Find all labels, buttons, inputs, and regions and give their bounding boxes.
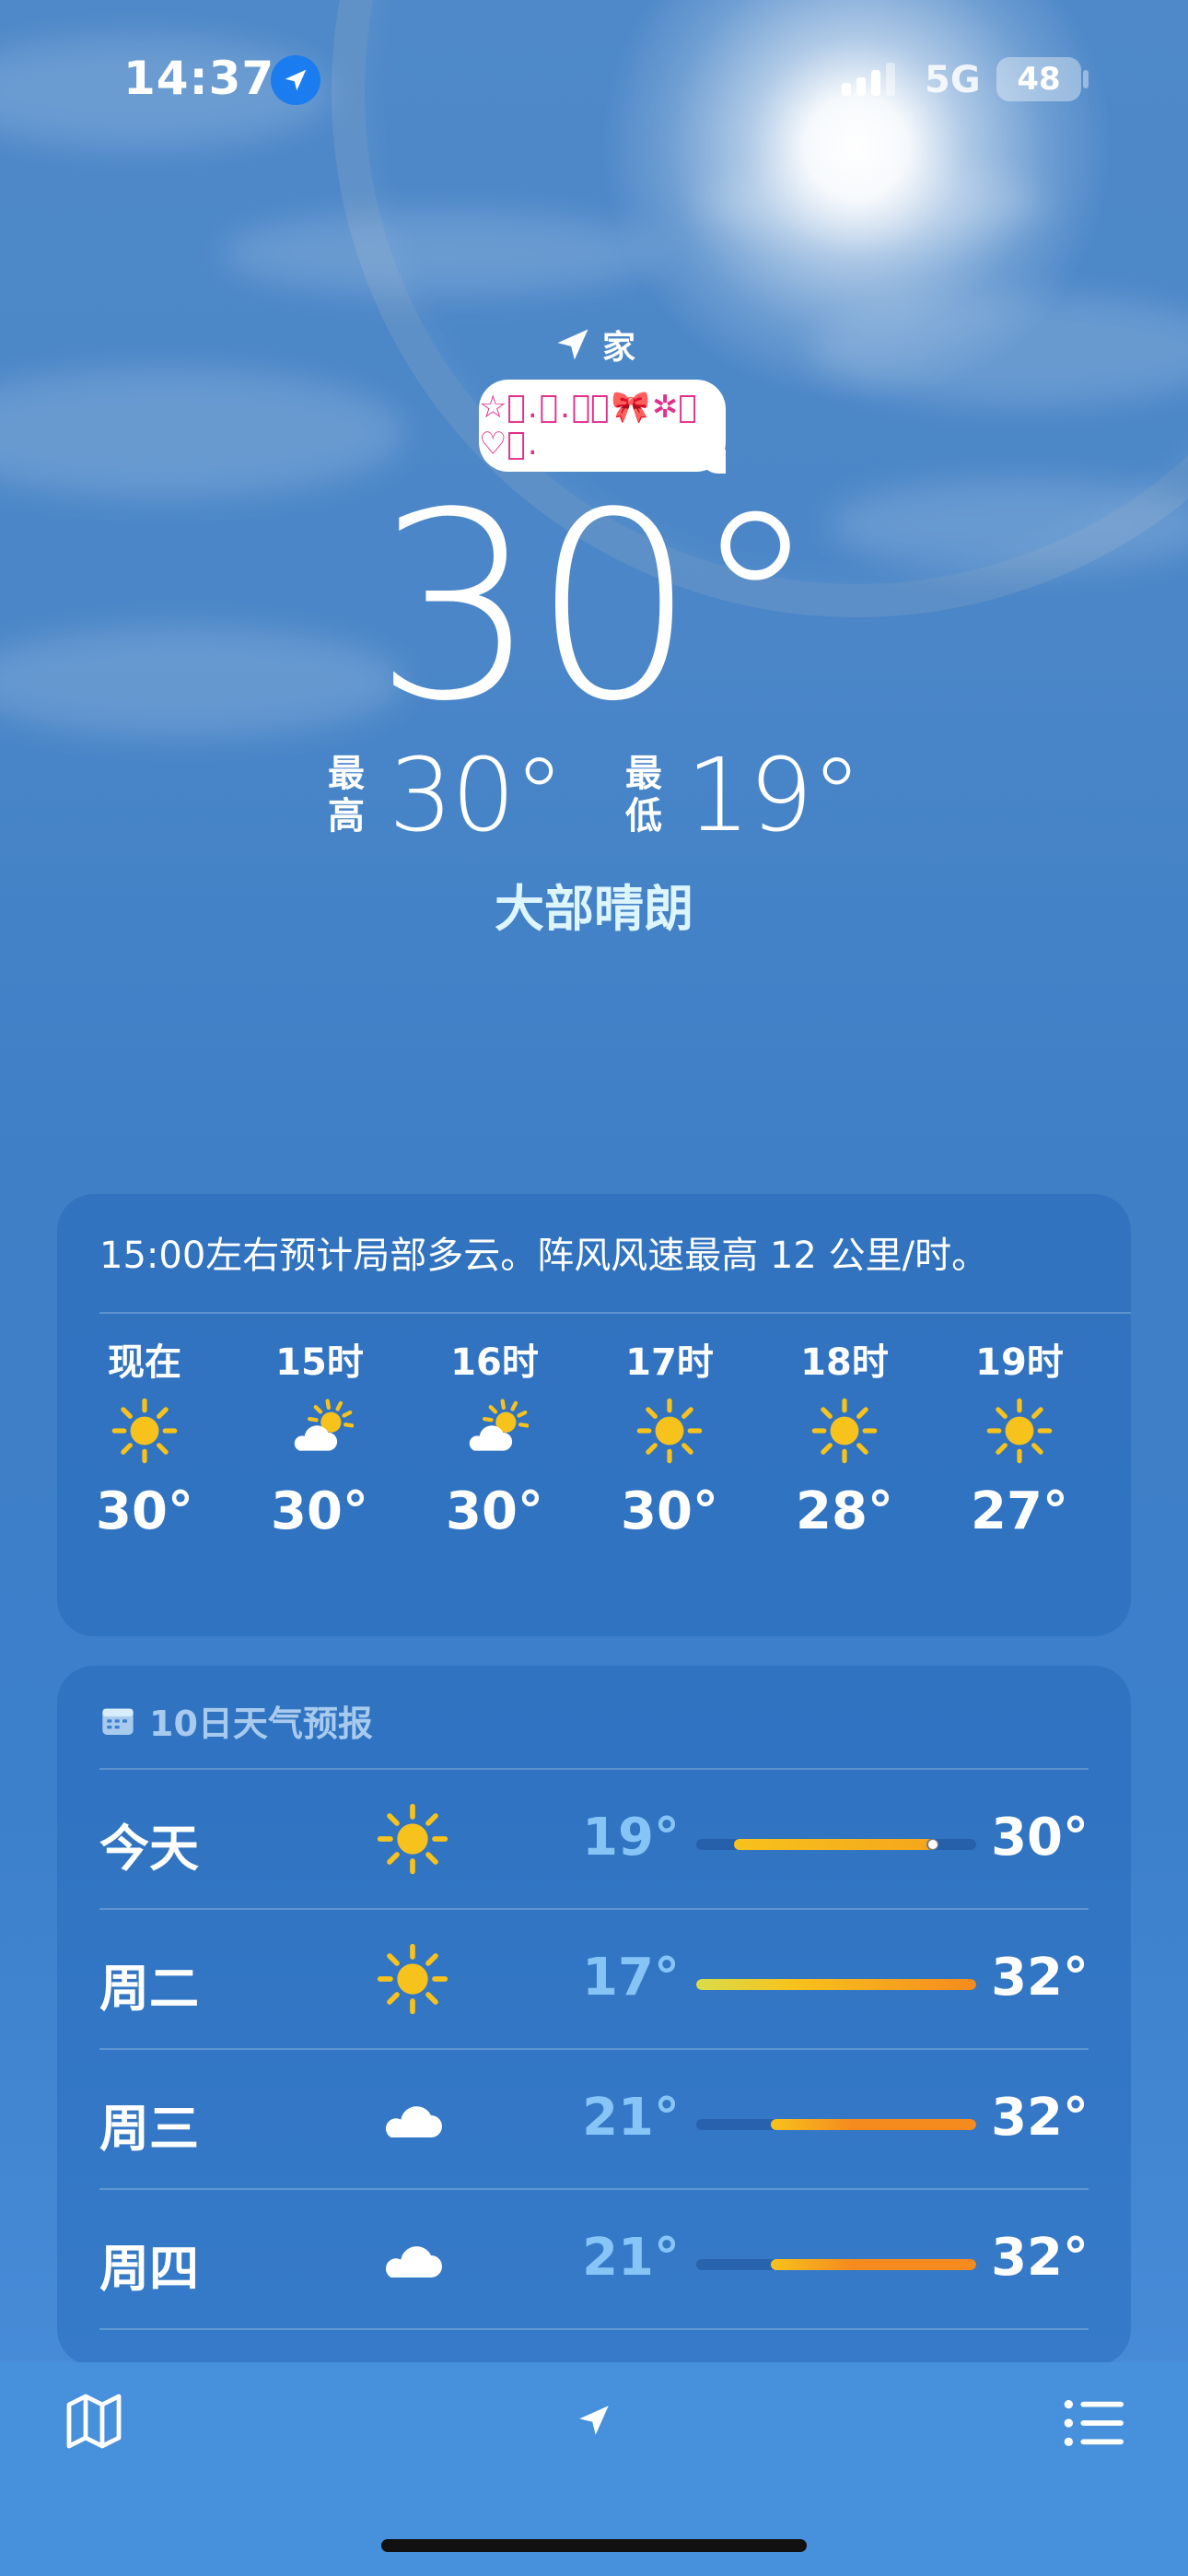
status-bar: 14:37 5G 48	[0, 0, 1188, 166]
day-high: 32°	[991, 1948, 1089, 2008]
location-header: 家	[553, 321, 635, 369]
day-low: 21°	[582, 2228, 680, 2288]
high-label-text: 最高	[328, 753, 366, 837]
daily-title-text: 10日天气预报	[149, 1704, 373, 1744]
day-name: 周三	[99, 2100, 199, 2158]
high-low-row: 最高 30° 最低 19°	[0, 744, 1188, 846]
cloud-icon	[376, 2082, 449, 2156]
hour-label: 18时	[800, 1341, 889, 1384]
partly-cloudy-icon	[460, 1380, 529, 1481]
daily-divider	[99, 2328, 1089, 2330]
day-low: 19°	[582, 1808, 680, 1868]
location-arrow-icon	[557, 329, 588, 360]
temp-range-track	[696, 2119, 976, 2130]
hour-temperature: 30°	[271, 1481, 368, 1541]
low-label: 最低	[625, 753, 662, 837]
temp-range-bar	[733, 1839, 939, 1850]
hourly-item: 17时 30°	[582, 1332, 757, 1541]
hour-temperature: 30°	[96, 1481, 193, 1541]
hourly-divider	[99, 1312, 1131, 1314]
cloud-icon	[376, 2222, 449, 2296]
day-low: 17°	[582, 1948, 680, 2008]
day-name: 今天	[99, 1820, 199, 1878]
hourly-item: 18时 28°	[757, 1332, 932, 1541]
locations-list-button[interactable]	[1061, 2394, 1127, 2456]
hourly-item: 19时 27°	[932, 1332, 1107, 1541]
daily-row[interactable]: 周二 17° 32°	[99, 1909, 1089, 2049]
calendar-icon	[102, 1708, 134, 1735]
sun-icon	[376, 1802, 449, 1876]
day-name: 周二	[99, 1960, 199, 2018]
list-icon	[1064, 2399, 1124, 2447]
current-location-button[interactable]	[575, 2401, 613, 2443]
sun-icon	[985, 1380, 1054, 1481]
network-type: 5G	[925, 59, 981, 101]
hour-label: 19时	[975, 1341, 1064, 1384]
hourly-item: 15时 30°	[232, 1332, 407, 1541]
battery-icon: 48	[996, 57, 1081, 101]
sun-icon	[111, 1380, 179, 1481]
temp-range-track	[696, 1979, 976, 1990]
hourly-summary: 15:00左右预计局部多云。阵风风速最高 12 公里/时。	[99, 1235, 989, 1277]
map-button[interactable]	[61, 2388, 127, 2458]
temp-range-bar	[771, 2259, 976, 2270]
low-temperature: 19°	[686, 736, 862, 854]
hour-label: 现在	[108, 1341, 181, 1384]
temp-range-track	[696, 2259, 976, 2270]
partly-cloudy-icon	[285, 1380, 354, 1481]
hour-temperature: 28°	[796, 1481, 893, 1541]
hourly-item: 现在 30°	[57, 1332, 232, 1541]
sun-icon	[376, 1942, 449, 2016]
daily-row[interactable]: 周四 21° 32°	[99, 2189, 1089, 2329]
low-label-text: 最低	[625, 753, 662, 837]
hour-temperature: 30°	[621, 1481, 718, 1541]
daily-row[interactable]: 今天 19° 30°	[99, 1769, 1089, 1909]
high-label: 最高	[328, 753, 365, 837]
location-name: 家	[602, 329, 636, 367]
location-arrow-icon	[579, 2406, 609, 2435]
daily-title: 10日天气预报	[99, 1695, 373, 1746]
hour-label: 15时	[275, 1341, 364, 1384]
map-icon	[66, 2394, 122, 2449]
hour-temperature: 27°	[971, 1481, 1068, 1541]
cellular-signal-icon	[842, 63, 895, 96]
hour-temperature: 30°	[446, 1481, 543, 1541]
bubble-text: ☆ﾟ.･.｡ﾟ🎀✲ﾟ♡ﾟ.	[479, 389, 699, 463]
temp-range-track	[696, 1839, 976, 1850]
temp-range-bar	[696, 1979, 976, 1990]
sun-icon	[635, 1380, 704, 1481]
daily-forecast-card[interactable]: 10日天气预报 今天 19° 30° 周二 17° 32° 周三 21° 32° 周四…	[57, 1666, 1131, 2366]
day-low: 21°	[582, 2088, 680, 2148]
battery-level: 48	[1017, 61, 1061, 98]
condition-text: 大部晴朗	[495, 880, 693, 938]
sun-icon	[810, 1380, 879, 1481]
hourly-list: 现在 30° 15时 30° 16时 30° 17时 30° 18时 28° 19时 27…	[57, 1332, 1131, 1541]
day-high: 32°	[991, 2228, 1089, 2288]
location-services-icon	[271, 55, 320, 105]
high-temperature: 30°	[389, 736, 565, 854]
home-indicator	[381, 2539, 807, 2552]
current-temp-marker	[927, 1840, 938, 1849]
status-time: 14:37	[123, 52, 275, 105]
day-high: 30°	[991, 1808, 1089, 1868]
current-temperature: 30°	[373, 458, 820, 758]
hour-label: 17时	[625, 1341, 714, 1384]
hour-label: 16时	[450, 1341, 539, 1384]
day-high: 32°	[991, 2088, 1089, 2148]
battery-tip	[1083, 70, 1089, 88]
hourly-forecast-card[interactable]: 15:00左右预计局部多云。阵风风速最高 12 公里/时。 现在 30° 15时 …	[57, 1194, 1131, 1636]
temp-range-bar	[771, 2119, 976, 2130]
day-name: 周四	[99, 2240, 199, 2298]
hourly-item: 16时 30°	[407, 1332, 582, 1541]
daily-row[interactable]: 周三 21° 32°	[99, 2049, 1089, 2189]
